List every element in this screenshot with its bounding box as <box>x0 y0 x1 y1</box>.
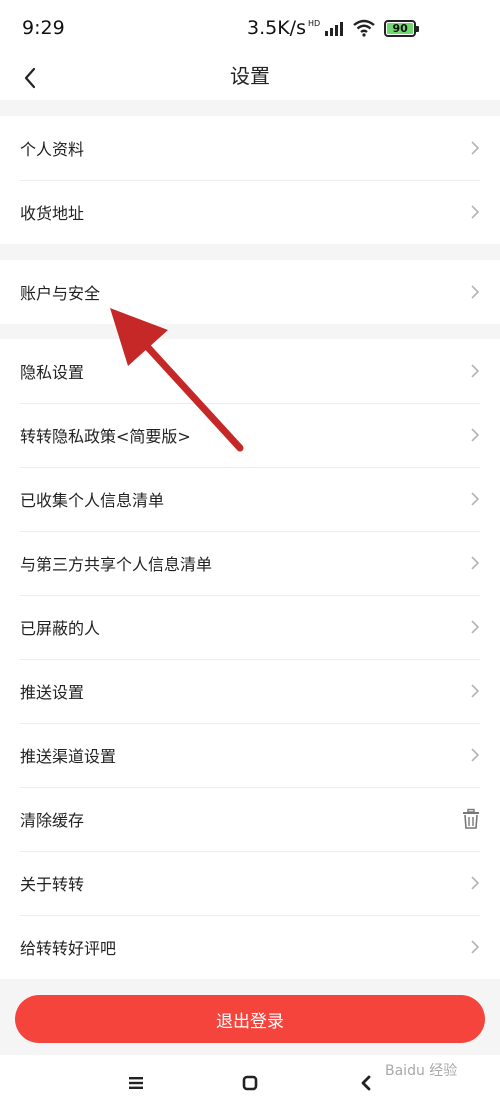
settings-group-account: 账户与安全 <box>0 260 500 324</box>
settings-group-profile: 个人资料 收货地址 <box>0 116 500 244</box>
settings-item-label: 推送渠道设置 <box>20 747 117 766</box>
battery-level: 90 <box>392 21 408 35</box>
baidu-watermark: Baidu 经验 <box>385 1063 458 1079</box>
settings-item-label: 关于转转 <box>20 875 85 894</box>
chevron-right-icon <box>471 428 480 442</box>
logout-button[interactable]: 退出登录 <box>15 995 485 1043</box>
chevron-right-icon <box>471 940 480 954</box>
chevron-right-icon <box>471 205 480 219</box>
status-bar: 9:29 3.5K/s HD 90 <box>0 0 500 56</box>
chevron-right-icon <box>471 141 480 155</box>
chevron-right-icon <box>471 620 480 634</box>
chevron-right-icon <box>471 364 480 378</box>
trash-icon <box>463 808 479 829</box>
home-button[interactable] <box>238 1072 262 1094</box>
settings-item-label: 清除缓存 <box>20 811 85 830</box>
status-indicators: 3.5K/s HD 90 <box>247 17 420 39</box>
settings-item-account-security[interactable]: 账户与安全 <box>0 260 500 324</box>
settings-item-shared-info[interactable]: 与第三方共享个人信息清单 <box>0 531 500 595</box>
settings-item-label: 已收集个人信息清单 <box>20 491 165 510</box>
hd-badge: HD <box>307 18 321 28</box>
settings-item-label: 账户与安全 <box>20 284 101 303</box>
settings-item-clear-cache[interactable]: 清除缓存 <box>0 787 500 851</box>
back-icon <box>361 1075 371 1091</box>
settings-item-blocked-users[interactable]: 已屏蔽的人 <box>0 595 500 659</box>
settings-item-collected-info[interactable]: 已收集个人信息清单 <box>0 467 500 531</box>
settings-item-label: 转转隐私政策<简要版> <box>20 427 191 446</box>
settings-item-profile[interactable]: 个人资料 <box>0 116 500 180</box>
chevron-right-icon <box>471 748 480 762</box>
system-back-button[interactable] <box>354 1072 378 1094</box>
settings-item-label: 推送设置 <box>20 683 85 702</box>
settings-item-label: 与第三方共享个人信息清单 <box>20 555 213 574</box>
settings-item-label: 已屏蔽的人 <box>20 619 101 638</box>
chevron-right-icon <box>471 556 480 570</box>
settings-item-rate-app[interactable]: 给转转好评吧 <box>0 915 500 979</box>
settings-item-label: 收货地址 <box>20 204 85 223</box>
settings-item-about[interactable]: 关于转转 <box>0 851 500 915</box>
battery-icon: 90 <box>384 19 420 37</box>
menu-button[interactable] <box>124 1072 148 1094</box>
settings-item-label: 个人资料 <box>20 140 85 159</box>
status-time: 9:29 <box>22 17 65 39</box>
settings-item-privacy-policy[interactable]: 转转隐私政策<简要版> <box>0 403 500 467</box>
chevron-right-icon <box>471 492 480 506</box>
chevron-right-icon <box>471 876 480 890</box>
settings-item-label: 给转转好评吧 <box>20 939 117 958</box>
settings-item-address[interactable]: 收货地址 <box>0 180 500 244</box>
settings-item-label: 隐私设置 <box>20 363 85 382</box>
home-icon <box>242 1075 258 1091</box>
page-title: 设置 <box>230 64 270 88</box>
signal-icon <box>325 22 344 36</box>
chevron-right-icon <box>471 684 480 698</box>
navigation-bar: 设置 <box>0 56 500 100</box>
settings-item-push-channel[interactable]: 推送渠道设置 <box>0 723 500 787</box>
wifi-icon <box>353 19 375 37</box>
settings-item-privacy[interactable]: 隐私设置 <box>0 339 500 403</box>
menu-icon <box>129 1077 143 1089</box>
chevron-right-icon <box>471 285 480 299</box>
network-speed: 3.5K/s <box>247 17 306 39</box>
settings-group-privacy: 隐私设置 转转隐私政策<简要版> 已收集个人信息清单 与第三方共享个人信息清单 … <box>0 339 500 979</box>
settings-item-push[interactable]: 推送设置 <box>0 659 500 723</box>
